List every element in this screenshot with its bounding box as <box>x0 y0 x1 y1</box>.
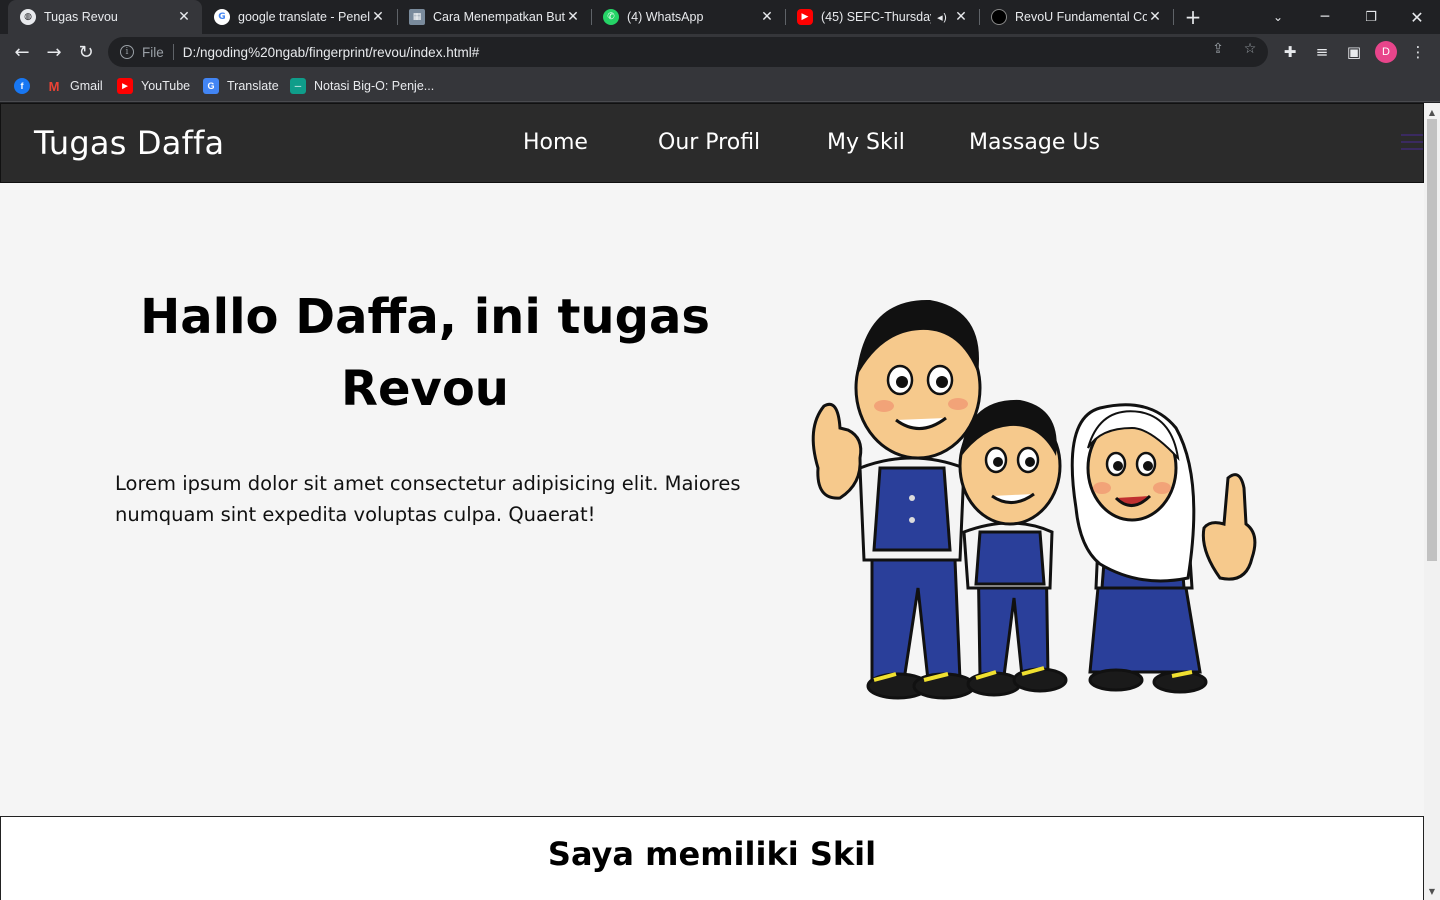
tab-search-chevron-icon[interactable]: ⌄ <box>1255 0 1301 34</box>
address-scheme: File <box>142 44 164 60</box>
close-icon[interactable]: ✕ <box>176 9 192 25</box>
minus-bar-icon: ─ <box>290 78 306 94</box>
close-icon[interactable]: ✕ <box>1147 9 1163 25</box>
globe-icon: ◍ <box>20 9 36 25</box>
page-scrollbar[interactable]: ▲ ▼ <box>1424 103 1440 900</box>
tab-cara-menempatkan[interactable]: ▦ Cara Menempatkan Butt ✕ <box>397 0 591 34</box>
bookmark-translate[interactable]: G Translate <box>203 76 279 96</box>
facebook-icon: f <box>14 78 30 94</box>
close-icon[interactable]: ✕ <box>370 9 386 25</box>
info-icon[interactable]: i <box>120 45 134 59</box>
bookmark-gmail[interactable]: M Gmail <box>46 76 103 96</box>
profile-avatar[interactable]: D <box>1375 41 1397 63</box>
close-icon[interactable]: ✕ <box>953 9 969 25</box>
restore-icon[interactable]: ❐ <box>1348 0 1394 34</box>
page-icon: ▦ <box>409 9 425 25</box>
hamburger-menu-icon[interactable] <box>1401 134 1423 150</box>
tab-tugas-revou[interactable]: ◍ Tugas Revou ✕ <box>8 0 202 34</box>
close-icon[interactable]: ✕ <box>565 9 581 25</box>
nav-link-my-skil[interactable]: My Skil <box>827 130 905 155</box>
page-viewport: Tugas Daffa Home Our Profil My Skil Mass… <box>0 103 1424 900</box>
bookmark-label: Translate <box>227 79 279 93</box>
bookmark-notasi-big-o[interactable]: ─ Notasi Big-O: Penje... <box>290 76 434 96</box>
site-navbar: Tugas Daffa Home Our Profil My Skil Mass… <box>0 103 1424 183</box>
hero-title: Hallo Daffa, ini tugas Revou <box>140 289 710 417</box>
revou-icon <box>991 9 1007 25</box>
forward-arrow-icon[interactable]: → <box>40 38 68 66</box>
nav-link-massage-us[interactable]: Massage Us <box>969 130 1100 155</box>
scroll-down-arrow-icon[interactable]: ▼ <box>1424 884 1440 898</box>
scroll-up-arrow-icon[interactable]: ▲ <box>1424 105 1440 119</box>
tab-sefc-thursday[interactable]: ▶ (45) SEFC-Thursday ◂) ✕ <box>785 0 979 34</box>
site-brand[interactable]: Tugas Daffa <box>34 124 224 162</box>
tab-title: Cara Menempatkan Butt <box>433 10 565 24</box>
tab-strip: ◍ Tugas Revou ✕ G google translate - Pen… <box>0 0 1440 34</box>
gmail-icon: M <box>48 78 60 94</box>
student-boy-middle <box>958 399 1068 697</box>
side-panel-icon[interactable]: ▣ <box>1343 41 1365 63</box>
speaker-icon[interactable]: ◂) <box>937 11 947 24</box>
new-tab-plus-icon[interactable]: + <box>1170 0 1216 34</box>
tab-whatsapp[interactable]: ✆ (4) WhatsApp ✕ <box>591 0 785 34</box>
window-close-icon[interactable]: ✕ <box>1394 0 1440 34</box>
tab-revou-fundamental[interactable]: RevoU Fundamental Co ✕ <box>979 0 1173 34</box>
tab-title: (45) SEFC-Thursday <box>821 10 932 24</box>
browser-toolbar: ← → ↻ i File D:/ngoding%20ngab/fingerpri… <box>0 34 1440 70</box>
address-divider <box>172 44 174 60</box>
bookmark-star-icon[interactable]: ☆ <box>1241 40 1259 58</box>
address-bar[interactable]: i File D:/ngoding%20ngab/fingerprint/rev… <box>108 37 1268 67</box>
skills-title: Saya memiliki Skil <box>547 835 877 873</box>
student-boy-left <box>811 299 982 700</box>
bookmark-youtube[interactable]: ▶ YouTube <box>117 76 190 96</box>
tab-title: Tugas Revou <box>44 10 118 24</box>
google-icon: G <box>214 9 230 25</box>
close-icon[interactable]: ✕ <box>759 9 775 25</box>
whatsapp-icon: ✆ <box>603 9 619 25</box>
bookmark-label: Gmail <box>70 79 103 93</box>
student-girl-right <box>1070 403 1257 694</box>
menu-kebab-icon[interactable]: ⋮ <box>1407 41 1429 63</box>
translate-icon: G <box>203 78 219 94</box>
youtube-icon: ▶ <box>797 9 813 25</box>
hero-text: Lorem ipsum dolor sit amet consectetur a… <box>115 472 741 526</box>
tab-title: google translate - Penel <box>238 10 370 24</box>
bookmarks-bar: f M Gmail ▶ YouTube G Translate ─ Notasi… <box>0 70 1440 102</box>
hero-illustration-students <box>811 299 1257 700</box>
media-queue-icon[interactable]: ≡ <box>1311 41 1333 63</box>
bookmark-label: Notasi Big-O: Penje... <box>314 79 435 93</box>
tab-title: RevoU Fundamental Co <box>1015 10 1147 24</box>
address-url[interactable]: D:/ngoding%20ngab/fingerprint/revou/inde… <box>183 45 479 60</box>
back-arrow-icon[interactable]: ← <box>8 38 36 66</box>
scrollbar-thumb[interactable] <box>1427 119 1437 561</box>
bookmark-facebook[interactable]: f <box>14 76 38 96</box>
youtube-icon: ▶ <box>117 78 133 94</box>
nav-link-home[interactable]: Home <box>523 130 588 155</box>
nav-link-our-profil[interactable]: Our Profil <box>658 130 760 155</box>
bookmark-label: YouTube <box>141 79 191 93</box>
skills-section: Saya memiliki Skil <box>0 816 1424 900</box>
reload-icon[interactable]: ↻ <box>72 38 100 66</box>
share-icon[interactable]: ⇪ <box>1209 40 1227 58</box>
minimize-icon[interactable]: ─ <box>1302 0 1348 34</box>
extensions-puzzle-icon[interactable]: ✚ <box>1279 41 1301 63</box>
tab-title: (4) WhatsApp <box>627 10 704 24</box>
tab-google-translate[interactable]: G google translate - Penel ✕ <box>202 0 396 34</box>
